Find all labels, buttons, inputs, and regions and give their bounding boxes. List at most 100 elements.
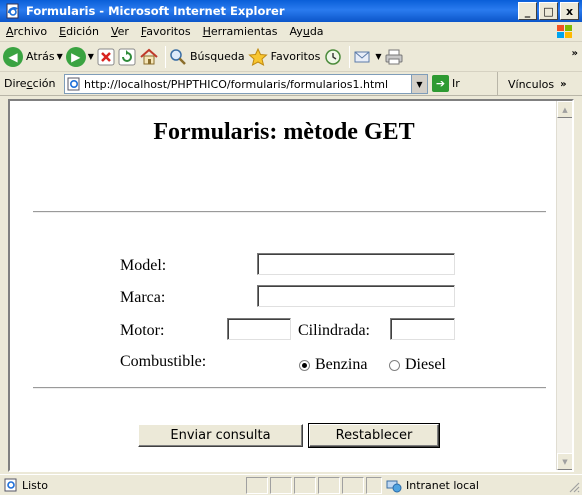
back-dropdown-icon[interactable]: ▼ [57,52,63,61]
forward-dropdown-icon[interactable]: ▼ [88,52,94,61]
marca-label: Marca: [120,289,166,306]
stop-icon [97,48,115,65]
intranet-icon [386,480,402,492]
page-done-icon [4,478,19,492]
toolbar-separator [164,45,166,68]
address-label-post: ción [32,77,56,90]
title-bar[interactable]: Formularis - Microsoft Internet Explorer… [0,0,582,22]
home-icon [140,48,158,64]
search-icon [170,48,186,65]
window-title: Formularis - Microsoft Internet Explorer [26,4,285,18]
links-label: Vínculos [508,77,555,91]
menu-ayuda-pre: Ay [289,25,303,38]
status-cell-4 [318,477,340,494]
mail-icon [354,51,370,62]
motor-input[interactable] [227,318,291,340]
reset-button[interactable]: Restablecer [308,423,440,448]
resize-grip-icon[interactable] [568,481,580,493]
mail-button[interactable]: ▼ [353,45,381,69]
history-button[interactable] [323,45,343,69]
refresh-icon [118,48,136,65]
status-text: Listo [22,479,48,492]
page-heading: Formularis: mètode GET [153,119,415,145]
menu-favoritos[interactable]: Favoritos [135,25,197,38]
scroll-up-arrow-icon[interactable]: ▲ [557,101,572,118]
go-arrow-icon: ➔ [432,75,449,92]
menu-ver-post: er [117,25,129,38]
history-icon [325,48,342,65]
star-icon [247,47,268,66]
back-button[interactable]: ◀ Atrás ▼ [3,45,63,69]
menu-archivo[interactable]: Archivo [0,25,53,38]
web-page: Formularis: mètode GET Model: Marca: Mot… [10,101,558,470]
menu-edicion-post: dición [66,25,99,38]
cilindrada-input[interactable] [390,318,455,340]
maximize-button[interactable]: □ [539,2,558,20]
address-input[interactable]: http://localhost/PHPTHICO/formularis/for… [64,74,428,94]
menu-ayuda-post: da [309,25,324,38]
windows-logo-icon [554,23,576,41]
combustible-label: Combustible: [120,353,207,370]
back-label: Atrás [26,50,55,63]
radio-diesel-label: Diesel [405,356,446,373]
status-cell-1 [246,477,268,494]
back-arrow-icon: ◀ [3,46,23,67]
menu-archivo-post: rchivo [13,25,48,38]
radio-benzina[interactable] [299,360,310,371]
motor-label: Motor: [120,322,165,339]
search-label: Búsqueda [189,50,245,63]
home-button[interactable] [139,45,159,69]
status-bar: Listo Intranet local [0,474,582,495]
scroll-down-arrow-icon[interactable]: ▼ [557,453,572,470]
top-divider [33,211,546,213]
address-label-pre: Dire [4,77,27,90]
model-label: Model: [120,257,167,274]
model-input[interactable] [257,253,455,275]
bottom-divider [33,387,546,389]
address-label: Dirección [4,77,55,90]
page-icon [67,77,81,91]
print-button[interactable] [384,45,404,69]
printer-icon [385,49,403,64]
go-label: Ir [452,77,460,90]
content-viewport: Formularis: mètode GET Model: Marca: Mot… [8,99,574,472]
vertical-scrollbar[interactable]: ▲ ▼ [556,101,572,470]
ie-page-icon [5,3,21,19]
menu-bar: Archivo Edición Ver Favoritos Herramient… [0,22,582,42]
favorites-label: Favoritos [270,50,321,63]
links-toolbar[interactable]: Vínculos » [497,72,567,96]
menu-herramientas-post: erramientas [210,25,278,38]
favorites-button[interactable]: Favoritos [247,45,321,69]
submit-button[interactable]: Enviar consulta [138,424,303,447]
close-button[interactable]: x [560,2,579,20]
radio-diesel[interactable] [389,360,400,371]
status-cell-3 [294,477,316,494]
cilindrada-label: Cilindrada: [298,322,370,339]
marca-input[interactable] [257,285,455,307]
search-button[interactable]: Búsqueda [169,45,245,69]
toolbar-separator-2 [349,45,351,68]
menu-edicion[interactable]: Edición [53,25,105,38]
status-cell-5 [342,477,364,494]
security-zone[interactable]: Intranet local [386,477,479,494]
status-cell-2 [270,477,292,494]
address-bar: Dirección http://localhost/PHPTHICO/form… [0,72,582,96]
menu-herramientas[interactable]: Herramientas [197,25,284,38]
forward-button[interactable]: ▶ ▼ [65,45,94,69]
minimize-button[interactable]: _ [518,2,537,20]
stop-button[interactable] [97,45,115,69]
address-dropdown-icon[interactable]: ▼ [411,75,427,93]
radio-benzina-label: Benzina [315,356,368,373]
menu-favoritos-post: avoritos [146,25,191,38]
toolbar-more-chevron[interactable]: » [572,48,578,59]
refresh-button[interactable] [118,45,136,69]
menu-ayuda-accel: u [302,25,310,38]
menu-ver[interactable]: Ver [105,25,135,38]
mail-dropdown-icon[interactable]: ▼ [375,52,381,61]
menu-herramientas-accel: H [202,25,211,38]
menu-ayuda[interactable]: Ayuda [284,25,330,38]
links-more-chevron[interactable]: » [560,79,566,90]
forward-arrow-icon: ▶ [65,46,86,67]
menu-ver-accel: V [110,25,118,38]
go-button[interactable]: ➔ Ir [432,75,460,92]
